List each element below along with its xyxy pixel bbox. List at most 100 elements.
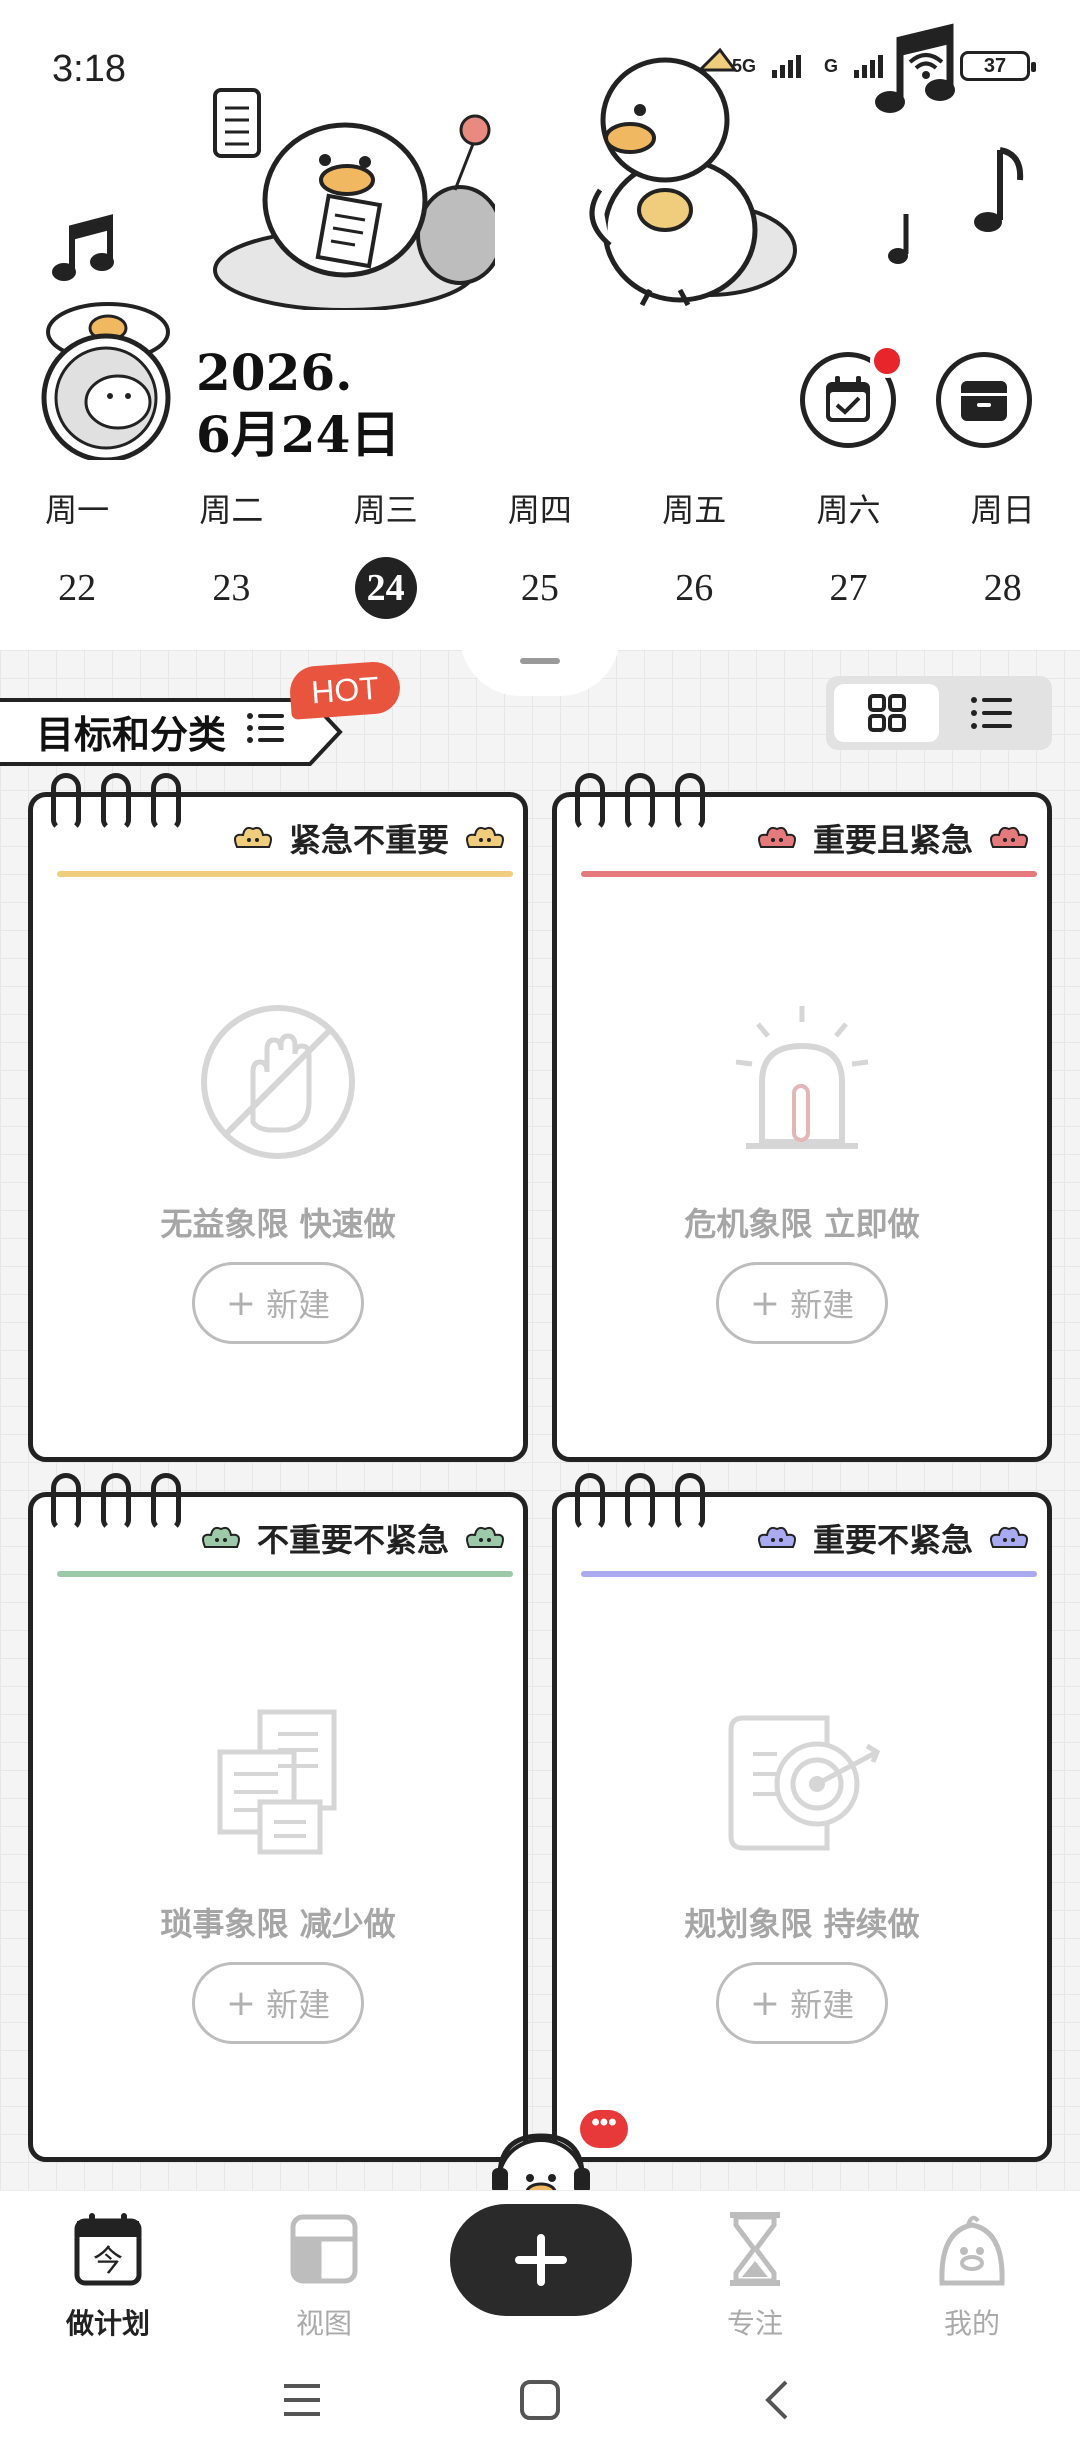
grid-view-button[interactable] [834, 684, 939, 742]
flower-icon [234, 826, 272, 848]
day-number: 28 [983, 567, 1022, 609]
new-task-button[interactable]: + 新建 [192, 1962, 364, 2044]
day-number: 26 [675, 567, 714, 609]
duck-eating-illustration [589, 47, 797, 307]
nav-mine[interactable]: 我的 [902, 2211, 1042, 2342]
quadrant-title-text: 重要不紧急 [812, 1521, 973, 1559]
quadrant-accent-line [581, 871, 1037, 877]
plus-icon: + [749, 1282, 781, 1324]
nav-plan[interactable]: 今 做计划 [38, 2211, 178, 2342]
list-icon [970, 697, 1012, 729]
new-task-label: 新建 [266, 1286, 331, 1324]
day-wednesday[interactable]: 周三 24 [309, 485, 463, 619]
view-toggle [826, 676, 1052, 750]
new-task-label: 新建 [790, 1986, 855, 2024]
nav-mine-label: 我的 [943, 2307, 1000, 2340]
music-note-icon [52, 214, 114, 281]
nav-view[interactable]: 视图 [254, 2211, 394, 2342]
day-name: 周三 [353, 491, 418, 529]
day-name: 周二 [199, 491, 264, 529]
layout-view-icon [290, 2214, 358, 2284]
date-day: 6月24日 [196, 405, 401, 464]
goals-and-categories-label[interactable]: 目标和分类 [36, 704, 226, 759]
day-friday[interactable]: 周五 26 [617, 485, 771, 619]
music-note-icon [875, 23, 955, 113]
quadrant-accent-line [581, 1571, 1037, 1577]
archive-box-icon [961, 381, 1007, 421]
day-number-selected: 24 [354, 557, 417, 619]
quadrant-title-text: 紧急不重要 [288, 821, 449, 859]
quadrant-title: 紧急不重要 [231, 815, 507, 861]
notebook-rings [575, 773, 705, 831]
quadrant-accent-line [57, 871, 513, 877]
nav-focus[interactable]: 专注 [685, 2211, 825, 2342]
chat-bubble-icon[interactable]: ••• [580, 2110, 628, 2148]
flower-icon [758, 826, 796, 848]
flower-icon [466, 826, 504, 848]
music-note-icon [888, 214, 909, 264]
quadrant-subtitle: 规划象限 持续做 [684, 1905, 920, 1943]
quadrant-title: 重要不紧急 [755, 1515, 1031, 1561]
quadrant-card-important-not-urgent[interactable]: 重要不紧急 规划象限 持续做 + 新建 [552, 1473, 1052, 2162]
day-number: 23 [212, 567, 251, 609]
drag-handle-bar [520, 658, 560, 664]
home-icon[interactable] [518, 2378, 562, 2422]
new-task-button[interactable]: + 新建 [716, 1962, 888, 2044]
siren-icon [735, 1006, 869, 1149]
quadrant-card-urgent-not-important[interactable]: 紧急不重要 无益象限 快速做 + 新建 [28, 773, 528, 1462]
battery-level: 37 [983, 54, 1007, 77]
notebook-rings [51, 773, 181, 831]
network-g-label: G [823, 55, 838, 76]
add-task-fab[interactable] [450, 2204, 632, 2316]
list-view-button[interactable] [939, 684, 1044, 742]
drag-handle[interactable] [460, 636, 620, 696]
quadrant-card-not-important-not-urgent[interactable]: 不重要不紧急 琐事象限 减少做 + 新建 [28, 1473, 528, 2162]
notification-dot [870, 344, 904, 378]
archive-button[interactable] [936, 352, 1032, 448]
day-name: 周五 [662, 491, 727, 529]
plus-icon: + [749, 1982, 781, 2024]
day-name: 周日 [970, 491, 1035, 529]
flower-icon [990, 826, 1028, 848]
new-task-button[interactable]: + 新建 [192, 1262, 364, 1344]
flower-icon [990, 1526, 1028, 1548]
flower-icon [466, 1526, 504, 1548]
documents-icon [217, 1709, 337, 1855]
quadrant-title-text: 不重要不紧急 [256, 1521, 449, 1559]
hourglass-icon [730, 2212, 780, 2286]
grid-icon [867, 694, 906, 732]
new-task-button[interactable]: + 新建 [716, 1262, 888, 1344]
list-icon[interactable] [246, 710, 286, 746]
new-task-label: 新建 [266, 1986, 331, 2024]
duck-profile-icon [939, 2215, 1005, 2286]
hot-badge: HOT [288, 660, 402, 720]
stop-hand-icon [201, 1005, 355, 1159]
current-date: 2026. 6月24日 [196, 342, 400, 466]
flower-icon [758, 1526, 796, 1548]
new-task-label: 新建 [790, 1286, 855, 1324]
day-sunday[interactable]: 周日 28 [926, 485, 1080, 619]
calendar-today-icon: 今 [74, 2213, 142, 2286]
duck-writing-illustration [213, 88, 495, 310]
day-thursday[interactable]: 周四 25 [463, 485, 617, 619]
back-icon[interactable] [756, 2378, 800, 2422]
day-name: 周四 [507, 491, 572, 529]
target-scroll-icon [728, 1715, 881, 1851]
calendar-check-icon [826, 376, 870, 422]
quadrant-title: 不重要不紧急 [199, 1515, 507, 1561]
avatar[interactable] [36, 300, 176, 460]
day-tuesday[interactable]: 周二 23 [154, 485, 308, 619]
nav-focus-label: 专注 [726, 2307, 783, 2340]
plus-icon: + [225, 1982, 257, 2024]
day-name: 周一 [45, 491, 110, 529]
day-monday[interactable]: 周一 22 [0, 485, 154, 619]
quadrant-accent-line [57, 1571, 513, 1577]
quadrant-card-important-urgent[interactable]: 重要且紧急 危机象限 立即做 + 新建 [552, 773, 1052, 1462]
day-saturday[interactable]: 周六 27 [771, 485, 925, 619]
day-number: 27 [829, 567, 868, 609]
system-nav-bar [0, 2340, 1080, 2460]
quadrant-title-text: 重要且紧急 [812, 821, 973, 859]
menu-icon[interactable] [280, 2380, 324, 2420]
notebook-rings [51, 1473, 181, 1531]
flower-icon [202, 1526, 240, 1548]
